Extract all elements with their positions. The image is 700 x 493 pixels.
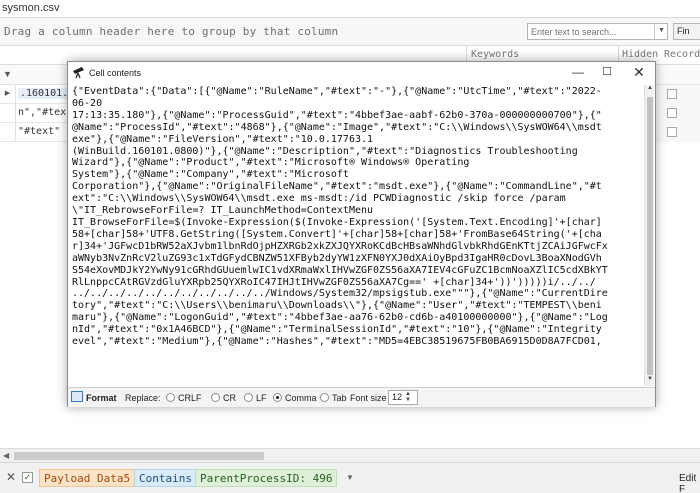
close-icon[interactable]: ✕ — [6, 470, 16, 484]
chevron-down-icon[interactable]: ▼ — [654, 23, 668, 40]
radio-label-cr: CR — [223, 393, 236, 403]
maximize-icon[interactable]: ☐ — [592, 64, 622, 82]
row-indicator — [0, 104, 16, 123]
checkbox-icon[interactable]: ✓ — [22, 472, 33, 483]
table-cell[interactable]: .160101. — [18, 88, 71, 99]
radio-comma[interactable] — [273, 393, 282, 402]
group-panel: Drag a column header here to group by th… — [0, 18, 700, 46]
format-icon[interactable] — [71, 391, 83, 402]
close-icon[interactable]: ✕ — [624, 64, 654, 82]
cell-content-text[interactable]: {"EventData":{"Data":[{"@Name":"RuleName… — [72, 86, 640, 386]
window-titlebar[interactable]: Cell contents — ☐ ✕ — [68, 62, 655, 84]
cell-text-area[interactable]: {"EventData":{"Data":[{"@Name":"RuleName… — [70, 85, 654, 386]
radio-label-tab: Tab — [332, 393, 347, 403]
radio-label-crlf: CRLF — [178, 393, 202, 403]
scroll-down-icon[interactable]: ▼ — [645, 376, 654, 386]
chevron-down-icon[interactable]: ▼ — [346, 473, 354, 482]
group-hint-text: Drag a column header here to group by th… — [4, 25, 339, 38]
cell-contents-window: Cell contents — ☐ ✕ {"EventData":{"Data"… — [67, 61, 656, 407]
scroll-left-icon[interactable]: ◀ — [3, 451, 9, 460]
find-button[interactable]: Fin — [673, 23, 700, 40]
table-cell[interactable]: "#text" — [18, 126, 60, 137]
row-indicator-icon: ▶ — [0, 85, 16, 104]
scroll-thumb[interactable] — [647, 97, 653, 375]
record-checkbox[interactable] — [667, 108, 677, 118]
font-size-label: Font size — [350, 393, 387, 403]
column-header-hidden[interactable]: Hidden — [622, 49, 658, 60]
window-toolbar: Format Replace: CRLF CR LF Comma Tab Fon… — [68, 387, 655, 407]
filter-field-chip[interactable]: Payload Data5 — [39, 469, 136, 487]
filter-value-chip[interactable]: ParentProcessID: 496 — [195, 469, 338, 487]
filter-editor-bar: ✕ ✓ Payload Data5 Contains ParentProcess… — [0, 462, 700, 493]
search-input[interactable] — [527, 23, 668, 40]
window-title: Cell contents — [89, 68, 142, 78]
row-indicator — [0, 123, 16, 142]
radio-tab[interactable] — [320, 393, 329, 402]
filter-operator-chip[interactable]: Contains — [134, 469, 197, 487]
vertical-scrollbar[interactable]: ▲ ▼ — [644, 85, 654, 386]
filter-icon[interactable]: ▼ — [3, 69, 12, 79]
radio-label-lf: LF — [256, 393, 267, 403]
spinner-icon[interactable]: ▲ ▼ — [405, 391, 411, 403]
scroll-up-icon[interactable]: ▲ — [645, 85, 654, 95]
column-header-keywords[interactable]: Keywords — [471, 49, 519, 60]
file-tab[interactable]: sysmon.csv — [2, 2, 59, 14]
radio-lf[interactable] — [244, 393, 253, 402]
radio-cr[interactable] — [211, 393, 220, 402]
record-checkbox[interactable] — [667, 89, 677, 99]
table-cell[interactable]: n","#tex — [18, 107, 66, 118]
edit-filter-button[interactable]: Edit F — [679, 473, 700, 493]
minimize-icon[interactable]: — — [563, 64, 593, 82]
column-header-record[interactable]: Record — [664, 49, 700, 60]
scroll-thumb[interactable] — [14, 452, 264, 460]
horizontal-scrollbar[interactable]: ◀ — [0, 448, 700, 462]
tab-strip: sysmon.csv — [0, 0, 700, 18]
radio-crlf[interactable] — [166, 393, 175, 402]
telescope-icon — [72, 66, 85, 82]
replace-label: Replace: — [125, 393, 161, 403]
record-checkbox[interactable] — [667, 127, 677, 137]
radio-label-comma: Comma — [285, 393, 317, 403]
font-size-input[interactable]: 12 — [388, 390, 418, 405]
format-button[interactable]: Format — [86, 393, 117, 403]
